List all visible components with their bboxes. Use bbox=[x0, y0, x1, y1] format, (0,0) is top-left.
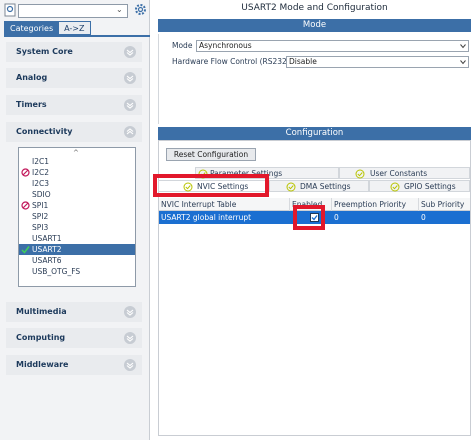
connectivity-list: ^ I2C1 I2C2 I2C3 SDIO SPI1 SPI2 SPI3 USA… bbox=[18, 147, 136, 287]
category-system-core[interactable]: System Core bbox=[6, 42, 142, 62]
category-multimedia[interactable]: Multimedia bbox=[6, 302, 142, 322]
list-item-spi2[interactable]: SPI2 bbox=[19, 211, 135, 222]
category-label: System Core bbox=[16, 47, 73, 56]
sub-priority-value[interactable]: 0 bbox=[419, 211, 470, 224]
tab-a-to-z[interactable]: A->Z bbox=[59, 21, 91, 35]
column-header-interrupt: NVIC Interrupt Table bbox=[159, 198, 290, 211]
reset-configuration-button[interactable]: Reset Configuration bbox=[166, 148, 256, 161]
conflict-icon bbox=[21, 201, 30, 210]
flow-control-label: Hardware Flow Control (RS232) bbox=[172, 57, 290, 66]
category-label: Timers bbox=[16, 100, 47, 109]
panel-title: USART2 Mode and Configuration bbox=[241, 3, 388, 13]
peripheral-browser: ⌄ Categories A->Z System Core Analog Tim… bbox=[0, 0, 150, 440]
configuration-section-header: Configuration bbox=[158, 127, 471, 140]
chevron-down-icon[interactable] bbox=[124, 99, 136, 111]
list-item-i2c1[interactable]: I2C1 bbox=[19, 156, 135, 167]
tab-underline bbox=[4, 35, 150, 37]
chevron-down-icon[interactable]: ⌄ bbox=[116, 5, 123, 14]
mode-value: Asynchronous bbox=[199, 41, 252, 50]
chevron-down-icon[interactable] bbox=[124, 306, 136, 318]
preemption-value[interactable]: 0 bbox=[332, 211, 419, 224]
category-label: Connectivity bbox=[16, 127, 73, 136]
chevron-up-icon[interactable] bbox=[124, 126, 136, 138]
category-connectivity[interactable]: Connectivity bbox=[6, 122, 142, 142]
search-input[interactable] bbox=[18, 4, 128, 18]
chevron-down-icon[interactable] bbox=[124, 332, 136, 344]
tab-categories[interactable]: Categories bbox=[4, 21, 60, 35]
tab-user-constants[interactable]: User Constants bbox=[339, 167, 470, 179]
category-label: Multimedia bbox=[16, 307, 67, 316]
flow-control-value: Disable bbox=[289, 57, 317, 66]
category-label: Computing bbox=[16, 333, 66, 342]
list-item-usart6[interactable]: USART6 bbox=[19, 255, 135, 266]
highlight-nvic-tab bbox=[153, 174, 269, 197]
category-timers[interactable]: Timers bbox=[6, 95, 142, 115]
list-item-usart2[interactable]: USART2 bbox=[19, 244, 135, 255]
mode-select[interactable]: Asynchronous bbox=[196, 40, 469, 52]
check-circle-icon bbox=[286, 182, 296, 192]
category-label: Middleware bbox=[16, 360, 69, 369]
list-item-usart1[interactable]: USART1 bbox=[19, 233, 135, 244]
column-header-sub-priority: Sub Priority bbox=[421, 200, 465, 209]
list-item-i2c3[interactable]: I2C3 bbox=[19, 178, 135, 189]
view-tabs: Categories A->Z bbox=[4, 21, 91, 35]
interrupt-name: USART2 global interrupt bbox=[161, 213, 252, 222]
search-icon[interactable] bbox=[4, 3, 16, 17]
mode-configuration-panel: USART2 Mode and Configuration Mode Mode … bbox=[153, 0, 474, 440]
check-circle-icon bbox=[390, 182, 400, 192]
check-circle-icon bbox=[355, 169, 365, 179]
flow-control-select[interactable]: Disable bbox=[286, 56, 469, 68]
chevron-down-icon[interactable] bbox=[124, 359, 136, 371]
chevron-down-icon[interactable] bbox=[124, 46, 136, 58]
category-label: Analog bbox=[16, 73, 48, 82]
list-item-usb-otg-fs[interactable]: USB_OTG_FS bbox=[19, 266, 135, 277]
gear-icon[interactable] bbox=[134, 3, 147, 16]
conflict-icon bbox=[21, 168, 30, 177]
list-item-sdio[interactable]: SDIO bbox=[19, 189, 135, 200]
list-item-i2c2[interactable]: I2C2 bbox=[19, 167, 135, 178]
check-icon bbox=[21, 246, 30, 254]
column-header-preemption: Preemption Priority bbox=[332, 198, 419, 211]
category-middleware[interactable]: Middleware bbox=[6, 355, 142, 375]
category-computing[interactable]: Computing bbox=[6, 328, 142, 348]
category-analog[interactable]: Analog bbox=[6, 68, 142, 88]
tab-dma-settings[interactable]: DMA Settings bbox=[269, 180, 369, 192]
list-item-spi1[interactable]: SPI1 bbox=[19, 200, 135, 211]
mode-label: Mode bbox=[172, 41, 193, 50]
mode-section-header: Mode bbox=[158, 19, 471, 32]
chevron-down-icon bbox=[460, 44, 466, 49]
highlight-enabled-checkbox bbox=[293, 205, 325, 230]
chevron-down-icon[interactable] bbox=[124, 72, 136, 84]
chevron-down-icon bbox=[460, 60, 466, 65]
list-item-spi3[interactable]: SPI3 bbox=[19, 222, 135, 233]
tab-gpio-settings[interactable]: GPIO Settings bbox=[369, 180, 470, 192]
